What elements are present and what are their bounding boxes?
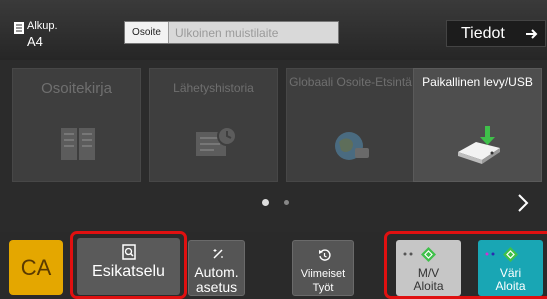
auto-set-button[interactable]: Autom. asetus — [188, 240, 245, 296]
original-label: Alkup. — [27, 20, 58, 32]
start-bw-label-line2: Aloita — [413, 279, 444, 293]
details-label: Tiedot — [461, 25, 505, 42]
tile-global-address-search[interactable]: Globaali Osoite-Etsintä — [286, 68, 415, 182]
tile-address-book[interactable]: Osoitekirja — [12, 68, 141, 182]
magic-wand-icon — [213, 249, 223, 259]
send-history-icon — [196, 126, 237, 156]
page-indicator — [258, 199, 298, 209]
usb-drive-icon — [458, 126, 500, 164]
recent-jobs-label-line1: Viimeiset — [300, 268, 346, 280]
original-settings[interactable]: Alkup. A4 — [14, 18, 94, 49]
details-button[interactable]: Tiedot — [446, 20, 546, 47]
auto-set-label-line1: Autom. — [194, 264, 239, 280]
recent-jobs-button[interactable]: Viimeiset Työt — [292, 240, 354, 296]
indicator-dots-icon — [403, 252, 413, 256]
tile-label: Globaali Osoite-Etsintä — [289, 75, 412, 89]
page-dot — [284, 200, 289, 205]
clear-all-button[interactable]: CA — [9, 240, 63, 295]
tile-label: Lähetyshistoria — [173, 81, 254, 95]
start-diamond-icon — [503, 247, 518, 262]
chevron-right-icon[interactable] — [515, 193, 531, 213]
address-input[interactable] — [169, 22, 338, 43]
document-icon — [14, 22, 24, 34]
preview-label: Esikatselu — [92, 263, 165, 280]
start-diamond-icon — [421, 247, 436, 262]
start-color-label: Väri Aloita — [478, 267, 543, 293]
start-color-label-line2: Aloita — [495, 279, 526, 293]
tile-local-drive-usb[interactable]: Paikallinen levy/USB — [413, 68, 542, 182]
history-icon — [319, 249, 331, 261]
start-color-button[interactable]: Väri Aloita — [478, 240, 543, 296]
indicator-dots-icon — [485, 252, 495, 256]
arrow-right-icon — [526, 29, 538, 39]
address-bar: Osoite — [124, 21, 339, 44]
start-bw-label: M/V Aloita — [396, 267, 461, 293]
tile-label: Osoitekirja — [41, 80, 112, 97]
start-bw-button[interactable]: M/V Aloita — [396, 240, 461, 296]
auto-set-label: Autom. asetus — [189, 265, 244, 295]
start-color-label-line1: Väri — [499, 266, 522, 280]
recent-jobs-label: Viimeiset Työt — [293, 267, 353, 295]
original-size: A4 — [27, 34, 43, 49]
auto-set-label-line2: asetus — [195, 279, 238, 295]
address-book-icon — [61, 128, 95, 160]
tile-send-history[interactable]: Lähetyshistoria — [149, 68, 278, 182]
start-bw-label-line1: M/V — [417, 266, 440, 280]
preview-button[interactable]: Esikatselu — [77, 238, 180, 295]
preview-icon — [122, 244, 136, 260]
recent-jobs-label-line2: Työt — [312, 282, 334, 294]
tile-label: Paikallinen levy/USB — [422, 75, 533, 89]
address-label-button[interactable]: Osoite — [125, 22, 169, 43]
global-search-icon — [335, 132, 369, 160]
page-dot-active — [262, 199, 269, 206]
